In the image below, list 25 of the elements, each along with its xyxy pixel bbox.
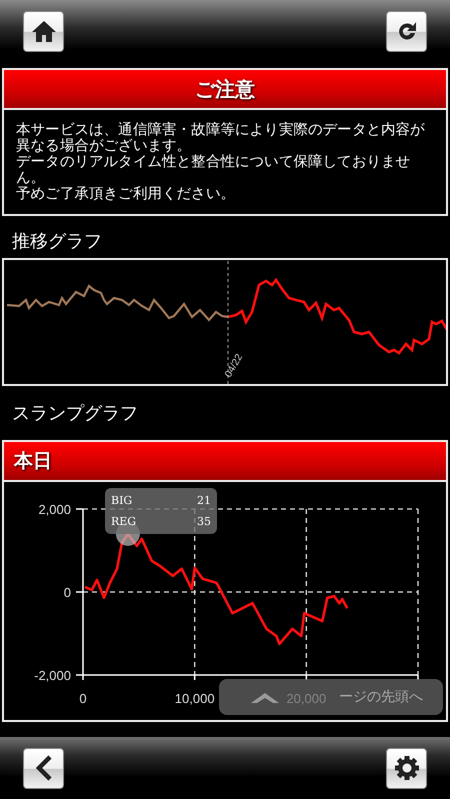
tooltip-value: 35: [197, 514, 211, 530]
notice-title: ご注意: [4, 70, 446, 110]
reload-button[interactable]: [386, 10, 427, 52]
section-title: スランプグラフ: [12, 402, 138, 425]
panel-title: 本日: [4, 442, 446, 482]
notice-text: 本サービスは、通信障害・故障等により実際のデータと内容が異なる場合がございます。: [16, 122, 426, 154]
home-button[interactable]: [23, 10, 64, 52]
chevron-up-icon: [251, 691, 279, 703]
back-icon: [34, 755, 54, 781]
tooltip-label: BIG: [111, 493, 132, 509]
axis-label: 0: [79, 691, 87, 706]
home-icon: [30, 19, 56, 43]
settings-button[interactable]: [386, 748, 427, 788]
tooltip-value: 21: [197, 493, 211, 509]
tooltip-label: REG: [111, 514, 136, 530]
back-button[interactable]: [23, 748, 64, 788]
section-title: 推移グラフ: [12, 230, 102, 253]
axis-label: 20,000: [286, 691, 326, 706]
axis-label: 10,000: [174, 691, 215, 706]
notice-text: 予めご了承頂きご利用ください。: [16, 186, 236, 202]
axis-label: 2,000: [38, 502, 71, 517]
notice-text: データのリアルタイム性と整合性について保障しておりません。: [16, 154, 412, 186]
axis-label: -2,000: [34, 668, 71, 683]
axis-label: 0: [64, 585, 71, 600]
settings-icon: [392, 754, 420, 782]
